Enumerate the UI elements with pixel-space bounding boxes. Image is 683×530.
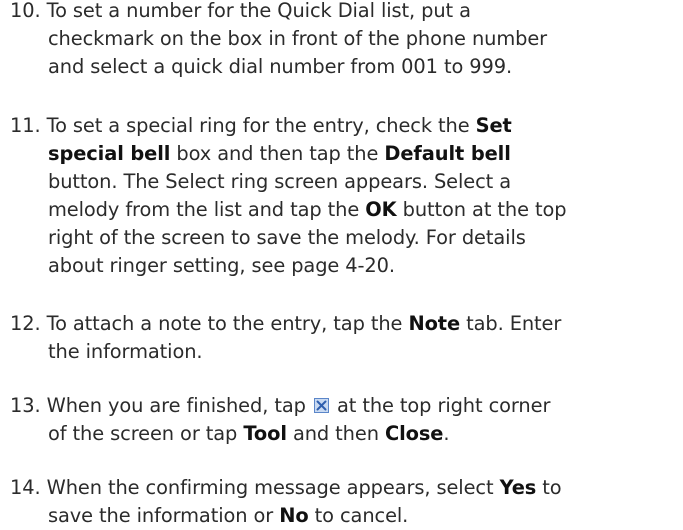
- step-line: checkmark on the box in front of the pho…: [10, 25, 682, 53]
- step-line: about ringer setting, see page 4-20.: [10, 252, 682, 280]
- step-line: 14. When the confirming message appears,…: [10, 474, 682, 502]
- step-line: the information.: [10, 338, 682, 366]
- step-line: 11. To set a special ring for the entry,…: [10, 112, 682, 140]
- step-text: about ringer setting, see page 4-20.: [48, 254, 395, 277]
- close-icon: [313, 398, 329, 413]
- step-11: 11. To set a special ring for the entry,…: [10, 112, 682, 280]
- step-line: 12. To attach a note to the entry, tap t…: [10, 310, 682, 338]
- step-text: save the information or: [48, 504, 280, 527]
- step-number: 12.: [10, 312, 41, 335]
- step-line: button. The Select ring screen appears. …: [10, 168, 682, 196]
- step-text: When the confirming message appears, sel…: [46, 476, 500, 499]
- step-line: 13. When you are finished, tap at the to…: [10, 392, 682, 420]
- step-line: melody from the list and tap the OK butt…: [10, 196, 682, 224]
- step-number: 10.: [10, 0, 41, 22]
- step-line: save the information or No to cancel.: [10, 502, 682, 530]
- bold-term: Default bell: [384, 142, 511, 165]
- step-text: button. The Select ring screen appears. …: [48, 170, 512, 193]
- bold-term: Set: [475, 114, 512, 137]
- bold-term: OK: [365, 198, 397, 221]
- step-12: 12. To attach a note to the entry, tap t…: [10, 310, 682, 366]
- step-text: right of the screen to save the melody. …: [48, 226, 526, 249]
- step-text: button at the top: [396, 198, 567, 221]
- step-line: 10. To set a number for the Quick Dial l…: [10, 0, 682, 25]
- step-line: special bell box and then tap the Defaul…: [10, 140, 682, 168]
- step-text: melody from the list and tap the: [48, 198, 366, 221]
- step-text: checkmark on the box in front of the pho…: [48, 27, 548, 50]
- step-text: at the top right corner: [330, 394, 551, 417]
- step-text: to cancel.: [308, 504, 409, 527]
- bold-term: Yes: [499, 476, 537, 499]
- step-text: to: [536, 476, 562, 499]
- step-number: 13.: [10, 394, 41, 417]
- step-text: box and then tap the: [170, 142, 385, 165]
- step-line: right of the screen to save the melody. …: [10, 224, 682, 252]
- step-text: and then: [286, 422, 385, 445]
- step-text: and select a quick dial number from 001 …: [48, 55, 513, 78]
- manual-page: 10. To set a number for the Quick Dial l…: [0, 0, 683, 527]
- step-line: of the screen or tap Tool and then Close…: [10, 420, 682, 448]
- step-text: To set a special ring for the entry, che…: [46, 114, 476, 137]
- step-13: 13. When you are finished, tap at the to…: [10, 392, 682, 448]
- bold-term: No: [279, 504, 309, 527]
- bold-term: special bell: [48, 142, 171, 165]
- step-text: the information.: [48, 340, 203, 363]
- step-text: of the screen or tap: [48, 422, 244, 445]
- step-text: tab. Enter: [460, 312, 562, 335]
- step-10: 10. To set a number for the Quick Dial l…: [10, 0, 682, 81]
- step-14: 14. When the confirming message appears,…: [10, 474, 682, 530]
- bold-term: Note: [408, 312, 461, 335]
- step-text: To set a number for the Quick Dial list,…: [46, 0, 471, 22]
- step-text: To attach a note to the entry, tap the: [46, 312, 409, 335]
- step-number: 11.: [10, 114, 41, 137]
- step-line: and select a quick dial number from 001 …: [10, 53, 682, 81]
- step-text: .: [443, 422, 450, 445]
- bold-term: Tool: [243, 422, 287, 445]
- bold-term: Close: [384, 422, 444, 445]
- step-number: 14.: [10, 476, 41, 499]
- step-text: When you are finished, tap: [46, 394, 312, 417]
